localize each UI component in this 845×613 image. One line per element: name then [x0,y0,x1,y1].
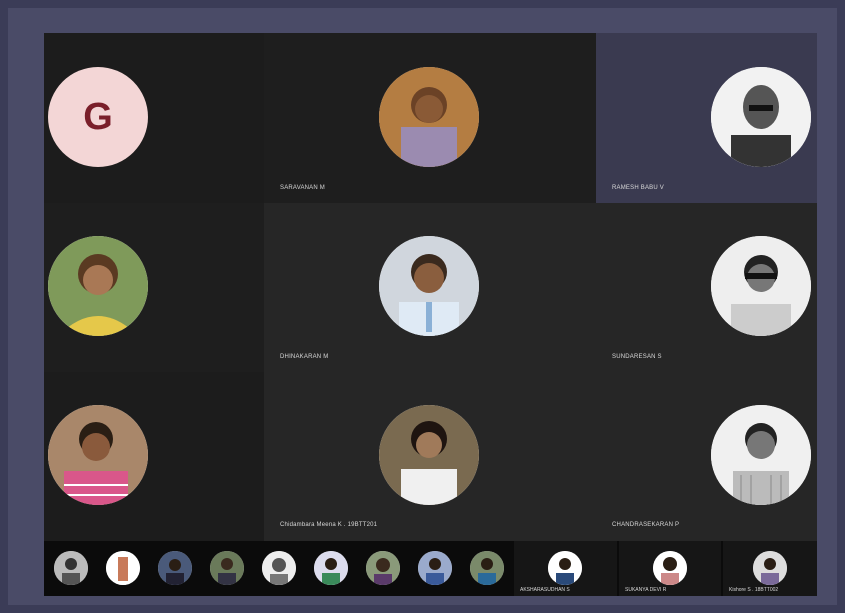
participant-thumbnail[interactable] [210,551,244,585]
participant-avatar [379,405,479,505]
participant-name: CHANDRASEKARAN P [612,522,680,528]
participant-strip-tile[interactable]: Kishore S . 18BTT002 [723,541,817,596]
participant-thumbnail [753,551,787,585]
participant-avatar [711,405,811,505]
participant-thumbnail[interactable] [106,551,140,585]
participant-strip: AKSHARASUDHAN S SUKANYA DEVI R Kishore S… [44,541,817,596]
participant-thumbnail[interactable] [262,551,296,585]
participant-tile[interactable] [44,203,264,372]
participant-name: DHINAKARAN M [280,354,329,360]
participant-name: RAMESH BABU V [612,185,664,191]
participant-avatar [379,236,479,336]
participant-thumbnail[interactable] [314,551,348,585]
participant-avatar [711,67,811,167]
participant-strip-tile[interactable]: SUKANYA DEVI R [619,541,721,596]
participant-name: SUNDARESAN S [612,354,662,360]
participant-avatar [48,405,148,505]
participant-initial-avatar: G [48,67,148,167]
participant-avatar [711,236,811,336]
participant-thumbnail[interactable] [158,551,192,585]
participant-tile[interactable]: SARAVANAN M [264,33,596,203]
participant-strip-tile[interactable]: AKSHARASUDHAN S [514,541,617,596]
participant-name: Kishore S . 18BTT002 [729,587,779,593]
participant-tile[interactable]: G [44,33,264,203]
participant-tile[interactable] [44,372,264,541]
participant-thumbnail [548,551,582,585]
participant-tile[interactable]: DHINAKARAN M [264,203,596,372]
participant-avatar [48,236,148,336]
participant-initial: G [83,95,113,138]
participant-avatar [379,67,479,167]
participant-name: AKSHARASUDHAN S [520,587,570,593]
participant-tile[interactable]: RAMESH BABU V [596,33,817,203]
participant-thumbnail [653,551,687,585]
participant-tile[interactable]: SUNDARESAN S [596,203,817,372]
participant-tile[interactable]: CHANDRASEKARAN P [596,372,817,541]
participant-thumbnail[interactable] [418,551,452,585]
participant-thumbnail[interactable] [54,551,88,585]
participant-name: SARAVANAN M [280,185,325,191]
participant-thumbnail[interactable] [366,551,400,585]
participant-name: Chidambara Meena K . 19BTT201 [280,522,378,528]
participant-tile[interactable]: Chidambara Meena K . 19BTT201 [264,372,596,541]
meeting-gallery: G SARAVANAN M RAMESH BABU V DHINAKARAN M… [44,33,817,596]
participant-name: SUKANYA DEVI R [625,587,667,593]
participant-thumbnail[interactable] [470,551,504,585]
